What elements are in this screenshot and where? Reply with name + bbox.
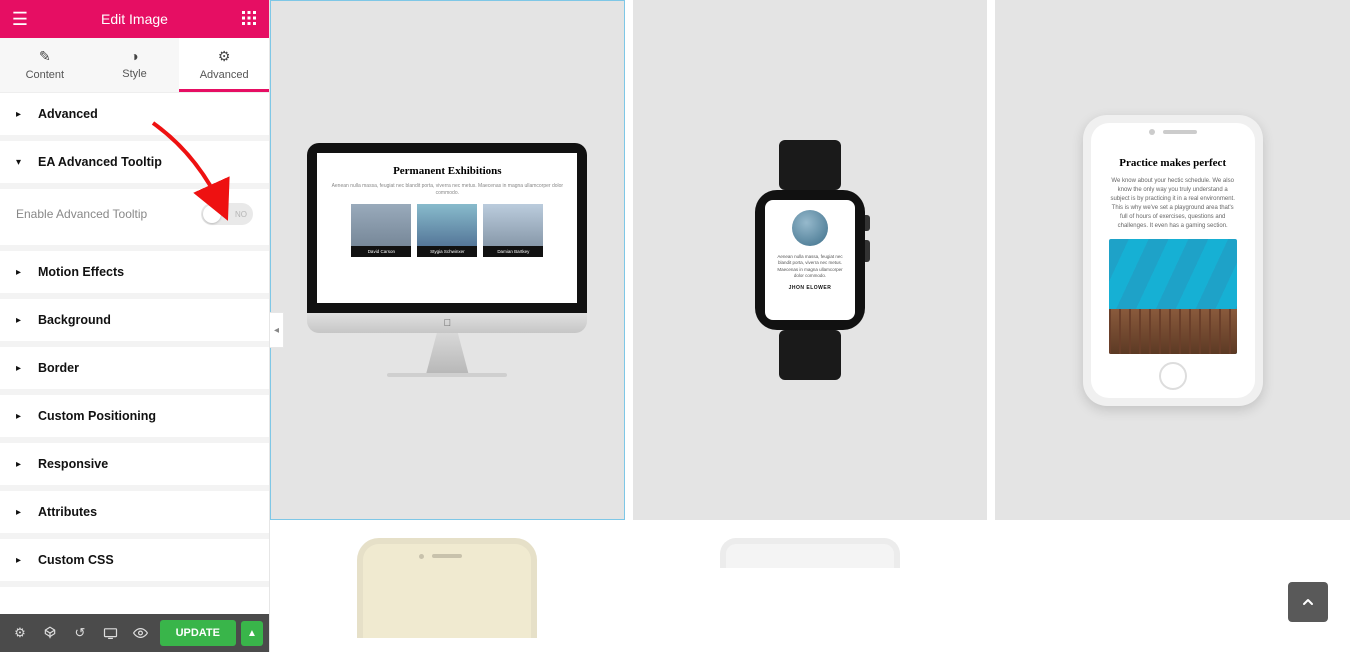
pencil-icon: ✎ bbox=[0, 48, 90, 65]
section-ea-tooltip[interactable]: ▾ EA Advanced Tooltip bbox=[0, 141, 269, 189]
section-motion-effects[interactable]: ▸ Motion Effects bbox=[0, 251, 269, 299]
sidebar-footer: ⚙ ↺ UPDATE ▲ bbox=[0, 614, 269, 652]
section-responsive-label: Responsive bbox=[38, 457, 108, 471]
toggle-state-label: NO bbox=[235, 210, 247, 219]
section-attributes-label: Attributes bbox=[38, 505, 97, 519]
tab-content[interactable]: ✎ Content bbox=[0, 38, 90, 92]
phone-peek-mockup bbox=[720, 538, 900, 568]
phone-image bbox=[1109, 239, 1237, 354]
image-widget-watch[interactable]: Aenean nulla massa, feugiat nec blandit … bbox=[633, 0, 988, 520]
toggle-knob bbox=[203, 205, 221, 223]
menu-icon[interactable]: ☰ bbox=[0, 9, 40, 30]
exhibit-caption: David Carson bbox=[351, 246, 411, 257]
watch-person-name: JHON ELOWER bbox=[773, 285, 847, 291]
section-border-label: Border bbox=[38, 361, 79, 375]
enable-tooltip-label: Enable Advanced Tooltip bbox=[16, 207, 147, 221]
phone-body: We know about your hectic schedule. We a… bbox=[1109, 177, 1237, 231]
phone-title: Practice makes perfect bbox=[1109, 157, 1237, 169]
tab-style[interactable]: ◑ Style bbox=[90, 38, 180, 92]
settings-icon[interactable]: ⚙ bbox=[6, 619, 34, 647]
editor-canvas: Permanent Exhibitions Aenean nulla massa… bbox=[270, 0, 1350, 652]
section-custom-css-label: Custom CSS bbox=[38, 553, 114, 567]
contrast-icon: ◑ bbox=[90, 48, 180, 64]
section-responsive[interactable]: ▸ Responsive bbox=[0, 443, 269, 491]
caret-right-icon: ▸ bbox=[16, 555, 28, 566]
history-icon[interactable]: ↺ bbox=[66, 619, 94, 647]
watch-mockup: Aenean nulla massa, feugiat nec blandit … bbox=[755, 140, 865, 380]
image-widget-imac[interactable]: Permanent Exhibitions Aenean nulla massa… bbox=[270, 0, 625, 520]
gear-icon: ⚙ bbox=[179, 48, 269, 65]
tab-content-label: Content bbox=[26, 69, 65, 81]
watch-blurb: Aenean nulla massa, feugiat nec blandit … bbox=[773, 254, 847, 279]
caret-right-icon: ▸ bbox=[16, 267, 28, 278]
exhibit-caption: Stygia Schwinxer bbox=[417, 246, 477, 257]
widgets-grid-icon[interactable] bbox=[229, 11, 269, 28]
navigator-icon[interactable] bbox=[36, 619, 64, 647]
sidebar-header: ☰ Edit Image bbox=[0, 0, 269, 38]
collapse-panel-button[interactable]: ◂ bbox=[270, 312, 284, 348]
section-advanced[interactable]: ▸ Advanced bbox=[0, 93, 269, 141]
tab-advanced[interactable]: ⚙ Advanced bbox=[179, 38, 269, 92]
section-custom-css[interactable]: ▸ Custom CSS bbox=[0, 539, 269, 587]
section-background-label: Background bbox=[38, 313, 111, 327]
section-attributes[interactable]: ▸ Attributes bbox=[0, 491, 269, 539]
image-widget-iphone[interactable]: Practice makes perfect We know about you… bbox=[995, 0, 1350, 520]
iphone-mockup: Practice makes perfect We know about you… bbox=[1083, 115, 1263, 406]
editor-sidebar: ☰ Edit Image ✎ Content ◑ Style ⚙ Advance… bbox=[0, 0, 270, 652]
caret-right-icon: ▸ bbox=[16, 507, 28, 518]
section-motion-label: Motion Effects bbox=[38, 265, 124, 279]
imac-title: Permanent Exhibitions bbox=[327, 165, 567, 177]
caret-right-icon: ▸ bbox=[16, 109, 28, 120]
section-custom-positioning[interactable]: ▸ Custom Positioning bbox=[0, 395, 269, 443]
section-custom-positioning-label: Custom Positioning bbox=[38, 409, 156, 423]
responsive-icon[interactable] bbox=[96, 619, 124, 647]
tab-advanced-label: Advanced bbox=[200, 69, 249, 81]
caret-right-icon: ▸ bbox=[16, 315, 28, 326]
caret-right-icon: ▸ bbox=[16, 411, 28, 422]
section-background[interactable]: ▸ Background bbox=[0, 299, 269, 347]
section-ea-tooltip-label: EA Advanced Tooltip bbox=[38, 155, 162, 169]
section-border[interactable]: ▸ Border bbox=[0, 347, 269, 395]
enable-tooltip-toggle[interactable]: NO bbox=[201, 203, 253, 225]
image-widget-peek-1[interactable] bbox=[270, 528, 625, 652]
imac-mockup: Permanent Exhibitions Aenean nulla massa… bbox=[307, 143, 587, 377]
scroll-to-top-button[interactable] bbox=[1288, 582, 1328, 622]
panel-title: Edit Image bbox=[40, 11, 229, 27]
exhibit-caption: Damian Bartkey bbox=[483, 246, 543, 257]
apple-logo-icon:  bbox=[307, 313, 587, 333]
phone-peek-mockup bbox=[357, 538, 537, 638]
panel-tabs: ✎ Content ◑ Style ⚙ Advanced bbox=[0, 38, 269, 93]
preview-icon[interactable] bbox=[126, 619, 154, 647]
image-widget-peek-2[interactable] bbox=[633, 528, 988, 652]
ea-tooltip-body: Enable Advanced Tooltip NO bbox=[0, 189, 269, 251]
update-button[interactable]: UPDATE bbox=[160, 620, 236, 646]
home-button-icon bbox=[1159, 362, 1187, 390]
update-options-button[interactable]: ▲ bbox=[241, 621, 263, 646]
avatar bbox=[792, 210, 828, 246]
section-advanced-label: Advanced bbox=[38, 107, 98, 121]
caret-down-icon: ▾ bbox=[16, 157, 28, 168]
caret-right-icon: ▸ bbox=[16, 459, 28, 470]
caret-right-icon: ▸ bbox=[16, 363, 28, 374]
imac-blurb: Aenean nulla massa, feugiat nec blandit … bbox=[327, 183, 567, 196]
tab-style-label: Style bbox=[122, 68, 146, 80]
